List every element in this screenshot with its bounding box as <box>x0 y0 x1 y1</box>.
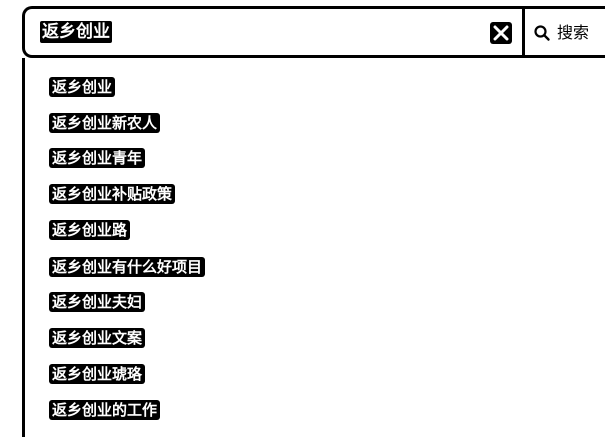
search-button-label: 搜索 <box>557 23 590 42</box>
search-input[interactable]: 返乡创业 <box>40 21 112 43</box>
close-icon <box>493 25 509 41</box>
suggestion-label: 返乡创业青年 <box>49 148 146 168</box>
suggestion-label: 返乡创业新农人 <box>49 113 161 133</box>
suggestion-label: 返乡创业琥珞 <box>49 364 146 384</box>
suggestion-item[interactable]: 返乡创业补贴政策 <box>49 182 176 206</box>
suggestion-item[interactable]: 返乡创业琥珞 <box>49 362 146 386</box>
suggestion-item[interactable]: 返乡创业有什么好项目 <box>49 255 206 279</box>
clear-button[interactable] <box>490 22 512 44</box>
suggestion-label: 返乡创业的工作 <box>49 400 161 420</box>
suggestion-label: 返乡创业夫妇 <box>49 292 146 312</box>
suggestion-item[interactable]: 返乡创业青年 <box>49 146 146 170</box>
suggestion-label: 返乡创业补贴政策 <box>49 184 176 204</box>
suggestion-label: 返乡创业有什么好项目 <box>49 257 206 277</box>
suggestion-item[interactable]: 返乡创业 <box>49 75 116 99</box>
suggestion-label: 返乡创业 <box>49 77 116 97</box>
suggestion-label: 返乡创业文案 <box>49 328 146 348</box>
suggestion-item[interactable]: 返乡创业路 <box>49 218 131 242</box>
divider <box>522 9 525 55</box>
suggestion-label: 返乡创业路 <box>49 220 131 240</box>
suggestion-item[interactable]: 返乡创业的工作 <box>49 398 161 422</box>
search-bar: 返乡创业 搜索 <box>22 6 605 58</box>
search-button[interactable]: 搜索 <box>533 21 589 45</box>
suggestion-item[interactable]: 返乡创业夫妇 <box>49 290 146 314</box>
suggestion-item[interactable]: 返乡创业文案 <box>49 326 146 350</box>
search-icon <box>534 25 550 41</box>
suggestion-item[interactable]: 返乡创业新农人 <box>49 111 161 135</box>
suggestion-dropdown: 返乡创业 返乡创业新农人 返乡创业青年 返乡创业补贴政策 返乡创业路 返乡创业有… <box>22 58 605 437</box>
